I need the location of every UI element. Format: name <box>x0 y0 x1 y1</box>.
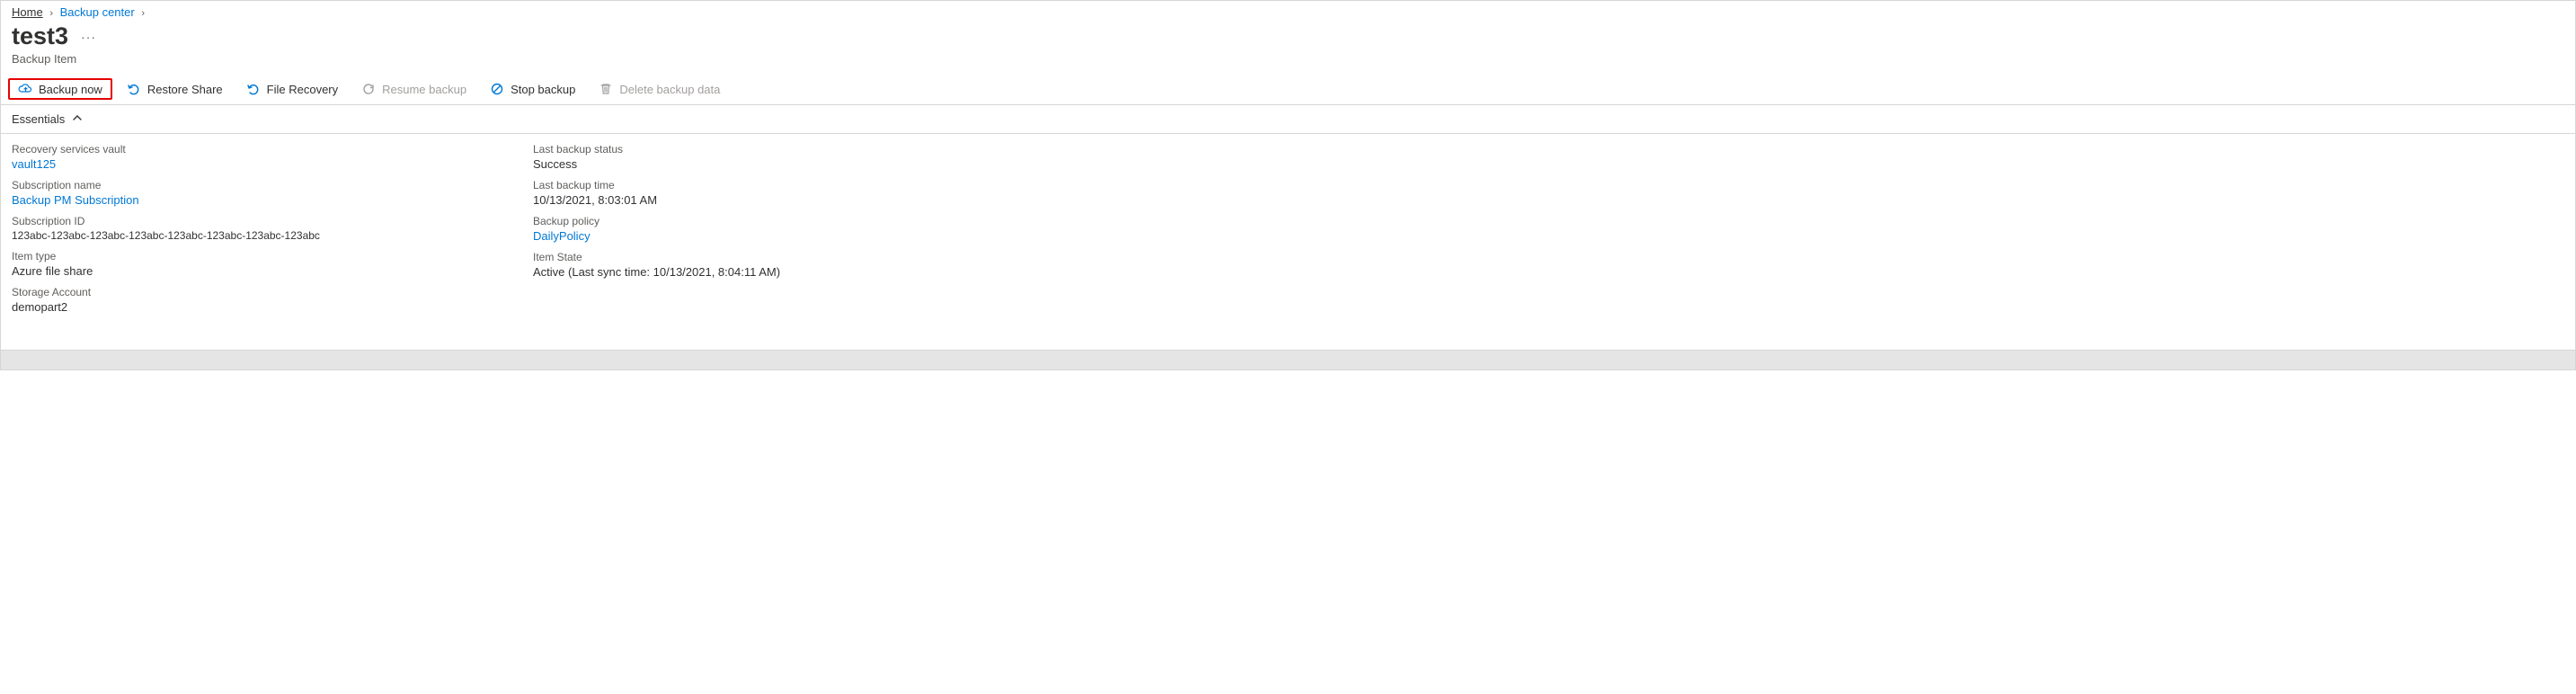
resume-backup-button: Resume backup <box>352 78 475 100</box>
file-recovery-button[interactable]: File Recovery <box>237 78 347 100</box>
stop-backup-button[interactable]: Stop backup <box>481 78 584 100</box>
essentials-left-column: Recovery services vault vault125 Subscri… <box>12 143 425 314</box>
toolbar: Backup now Restore Share File Recovery <box>1 75 2575 105</box>
field-storage-account: Storage Account demopart2 <box>12 286 425 314</box>
page-title: test3 <box>12 22 68 50</box>
vault-label: Recovery services vault <box>12 143 425 156</box>
backup-now-label: Backup now <box>39 83 102 96</box>
state-label: Item State <box>533 251 946 263</box>
breadcrumb-home[interactable]: Home <box>12 5 43 19</box>
footer-bar <box>1 350 2575 369</box>
essentials-label: Essentials <box>12 112 65 126</box>
undo-icon <box>127 82 141 96</box>
file-recovery-label: File Recovery <box>267 83 338 96</box>
page-subtitle: Backup Item <box>12 52 2564 66</box>
field-last-backup-time: Last backup time 10/13/2021, 8:03:01 AM <box>533 179 946 207</box>
last-status-value: Success <box>533 157 946 171</box>
field-item-type: Item type Azure file share <box>12 250 425 278</box>
essentials-panel: Recovery services vault vault125 Subscri… <box>1 134 2575 326</box>
item-type-value: Azure file share <box>12 264 425 278</box>
sub-name-value[interactable]: Backup PM Subscription <box>12 193 425 207</box>
storage-value: demopart2 <box>12 300 425 314</box>
state-value: Active (Last sync time: 10/13/2021, 8:04… <box>533 265 946 279</box>
field-backup-policy: Backup policy DailyPolicy <box>533 215 946 243</box>
item-type-label: Item type <box>12 250 425 262</box>
delete-backup-button: Delete backup data <box>590 78 729 100</box>
sub-name-label: Subscription name <box>12 179 425 191</box>
restore-share-label: Restore Share <box>147 83 223 96</box>
trash-icon <box>599 82 613 96</box>
more-icon[interactable]: ··· <box>81 30 96 44</box>
field-subscription-id: Subscription ID 123abc-123abc-123abc-123… <box>12 215 425 242</box>
essentials-right-column: Last backup status Success Last backup t… <box>533 143 946 314</box>
policy-value[interactable]: DailyPolicy <box>533 229 946 243</box>
last-status-label: Last backup status <box>533 143 946 156</box>
policy-label: Backup policy <box>533 215 946 227</box>
last-time-value: 10/13/2021, 8:03:01 AM <box>533 193 946 207</box>
breadcrumb-backup-center[interactable]: Backup center <box>60 5 135 19</box>
chevron-right-icon: › <box>141 8 145 19</box>
block-icon <box>490 82 504 96</box>
sub-id-value: 123abc-123abc-123abc-123abc-123abc-123ab… <box>12 229 425 242</box>
resume-backup-label: Resume backup <box>382 83 466 96</box>
restore-share-button[interactable]: Restore Share <box>118 78 232 100</box>
essentials-toggle[interactable]: Essentials <box>1 105 2575 134</box>
page-header: test3 ··· Backup Item <box>1 21 2575 75</box>
field-last-backup-status: Last backup status Success <box>533 143 946 171</box>
field-item-state: Item State Active (Last sync time: 10/13… <box>533 251 946 279</box>
vault-value[interactable]: vault125 <box>12 157 425 171</box>
refresh-icon <box>361 82 376 96</box>
undo-icon <box>246 82 261 96</box>
breadcrumb: Home › Backup center › <box>1 1 2575 21</box>
sub-id-label: Subscription ID <box>12 215 425 227</box>
field-vault: Recovery services vault vault125 <box>12 143 425 171</box>
last-time-label: Last backup time <box>533 179 946 191</box>
chevron-up-icon <box>72 112 83 126</box>
delete-backup-label: Delete backup data <box>619 83 720 96</box>
backup-now-button[interactable]: Backup now <box>8 78 112 100</box>
cloud-backup-icon <box>18 82 32 96</box>
storage-label: Storage Account <box>12 286 425 298</box>
field-subscription-name: Subscription name Backup PM Subscription <box>12 179 425 207</box>
chevron-right-icon: › <box>49 8 53 19</box>
stop-backup-label: Stop backup <box>511 83 575 96</box>
